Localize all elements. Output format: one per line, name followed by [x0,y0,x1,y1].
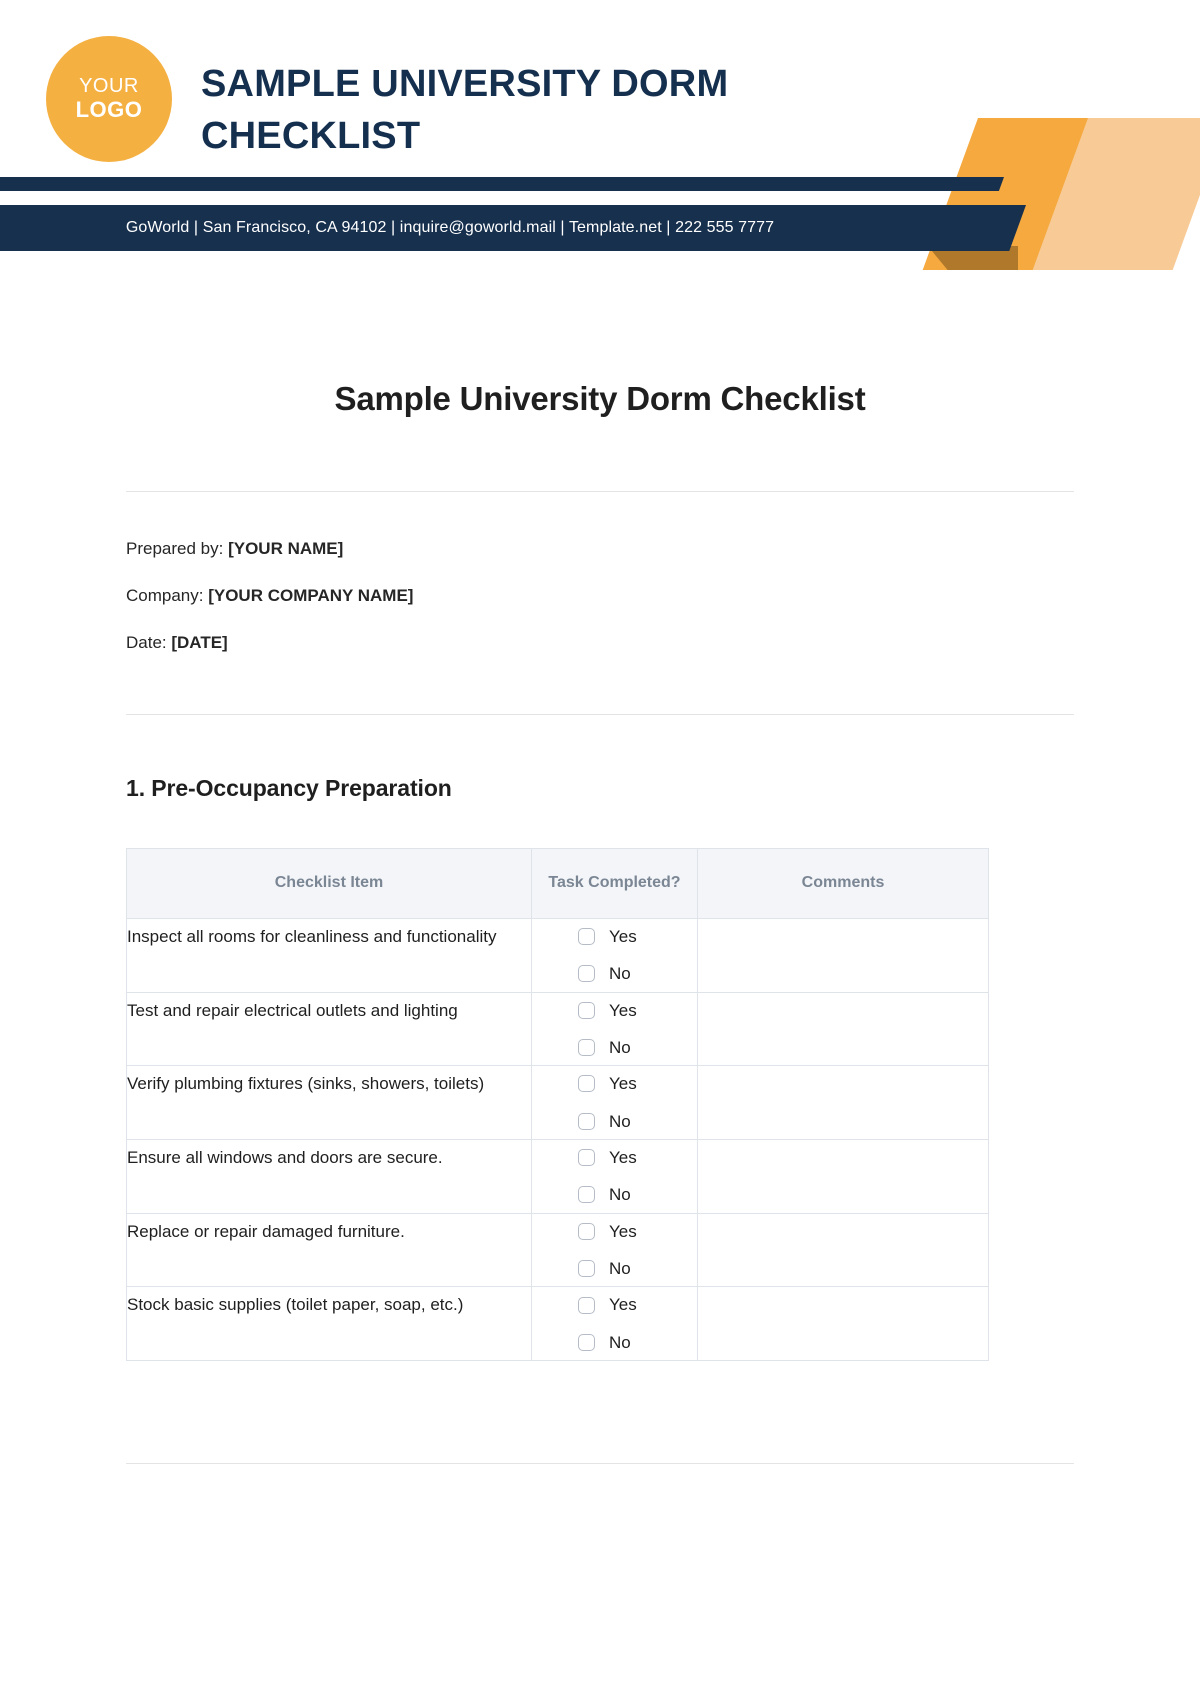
meta-value-company: [YOUR COMPANY NAME] [208,586,414,605]
option-no[interactable]: No [532,1251,697,1286]
option-no[interactable]: No [532,1030,697,1065]
header-accent-bar [0,177,990,191]
option-yes[interactable]: Yes [532,1214,697,1249]
checklist-item-cell: Stock basic supplies (toilet paper, soap… [126,1286,532,1362]
option-yes[interactable]: Yes [532,993,697,1028]
checklist-table: Checklist Item Task Completed? Comments … [126,848,989,1362]
checklist-item-cell: Verify plumbing fixtures (sinks, showers… [126,1065,532,1140]
checkbox-no-icon[interactable] [578,1039,595,1057]
checkbox-yes-icon[interactable] [578,927,595,945]
checkbox-no-icon[interactable] [578,1333,595,1351]
checkbox-no-icon[interactable] [578,1186,595,1204]
table-row: Stock basic supplies (toilet paper, soap… [126,1286,989,1362]
table-row: Verify plumbing fixtures (sinks, showers… [126,1065,989,1140]
checklist-item-cell: Ensure all windows and doors are secure. [126,1138,532,1214]
table-body: Inspect all rooms for cleanliness and fu… [126,917,989,1362]
comments-cell[interactable] [697,1286,989,1362]
meta-row-date: Date: [DATE] [126,634,1074,651]
meta-label-prepared-by: Prepared by: [126,539,229,558]
checklist-item-cell: Test and repair electrical outlets and l… [126,991,532,1067]
task-completed-cell: Yes No [531,1212,698,1288]
comments-cell[interactable] [697,991,989,1067]
checkbox-no-icon[interactable] [578,1112,595,1130]
divider-top [126,491,1074,492]
checkbox-no-icon[interactable] [578,1260,595,1278]
table-header-row: Checklist Item Task Completed? Comments [126,848,989,919]
comments-cell[interactable] [697,917,989,993]
option-label-yes: Yes [609,1295,637,1315]
divider-middle [126,714,1074,715]
checklist-item-cell: Replace or repair damaged furniture. [126,1212,532,1288]
meta-label-company: Company: [126,586,209,605]
option-yes[interactable]: Yes [532,1140,697,1175]
option-label-yes: Yes [609,926,637,946]
checkbox-yes-icon[interactable] [578,1001,595,1019]
logo-line-your: YOUR [79,75,139,98]
task-completed-cell: Yes No [531,1138,698,1214]
deco-peach-shape [1012,118,1200,270]
option-no[interactable]: No [532,1104,697,1139]
page-title: Sample University Dorm Checklist [334,380,866,417]
checkbox-yes-icon[interactable] [578,1296,595,1314]
option-no[interactable]: No [532,1177,697,1212]
comments-cell[interactable] [697,1212,989,1288]
meta-label-date: Date: [126,633,172,652]
checkbox-no-icon[interactable] [578,965,595,983]
table-row: Inspect all rooms for cleanliness and fu… [126,917,989,993]
column-header-checklist-item: Checklist Item [126,848,532,919]
table-row: Ensure all windows and doors are secure.… [126,1138,989,1214]
document-content: Sample University Dorm Checklist Prepare… [0,380,1200,1465]
checkbox-yes-icon[interactable] [578,1222,595,1240]
comments-cell[interactable] [697,1138,989,1214]
meta-row-company: Company: [YOUR COMPANY NAME] [126,587,1074,604]
divider-bottom [126,1463,1074,1465]
option-label-no: No [609,964,631,984]
task-completed-cell: Yes No [531,1286,698,1362]
option-yes[interactable]: Yes [532,1066,697,1101]
option-label-no: No [609,1259,631,1279]
option-label-yes: Yes [609,1147,637,1167]
option-label-yes: Yes [609,1000,637,1020]
document-page: YOUR LOGO SAMPLE UNIVERSITY DORM CHECKLI… [0,0,1200,1696]
option-label-no: No [609,1037,631,1057]
table-row: Test and repair electrical outlets and l… [126,991,989,1067]
table-row: Replace or repair damaged furniture. Yes N… [126,1212,989,1288]
document-header: YOUR LOGO SAMPLE UNIVERSITY DORM CHECKLI… [0,0,1200,270]
option-label-no: No [609,1111,631,1131]
column-header-comments: Comments [697,848,989,919]
meta-value-prepared-by: [YOUR NAME] [228,539,344,558]
option-label-no: No [609,1332,631,1352]
meta-row-prepared-by: Prepared by: [YOUR NAME] [126,540,1074,557]
option-yes[interactable]: Yes [532,919,697,954]
header-title: SAMPLE UNIVERSITY DORM CHECKLIST [201,63,729,158]
checklist-item-cell: Inspect all rooms for cleanliness and fu… [126,917,532,993]
company-logo: YOUR LOGO [46,36,172,162]
comments-cell[interactable] [697,1065,989,1140]
metadata-block: Prepared by: [YOUR NAME] Company: [YOUR … [126,540,1074,651]
task-completed-cell: Yes No [531,1065,698,1140]
option-label-no: No [609,1185,631,1205]
option-yes[interactable]: Yes [532,1287,697,1322]
task-completed-cell: Yes No [531,917,698,993]
table-head: Checklist Item Task Completed? Comments [126,848,989,919]
option-no[interactable]: No [532,1325,697,1360]
meta-value-date: [DATE] [171,633,228,652]
logo-line-logo: LOGO [75,96,143,122]
column-header-task-completed: Task Completed? [531,848,698,919]
contact-bar: GoWorld | San Francisco, CA 94102 | inqu… [0,205,1000,251]
checkbox-yes-icon[interactable] [578,1075,595,1093]
option-label-yes: Yes [609,1074,637,1094]
option-label-yes: Yes [609,1221,637,1241]
option-no[interactable]: No [532,956,697,991]
checkbox-yes-icon[interactable] [578,1149,595,1167]
task-completed-cell: Yes No [531,991,698,1067]
contact-info: GoWorld | San Francisco, CA 94102 | inqu… [125,219,775,236]
section-heading: 1. Pre-Occupancy Preparation [126,775,452,801]
